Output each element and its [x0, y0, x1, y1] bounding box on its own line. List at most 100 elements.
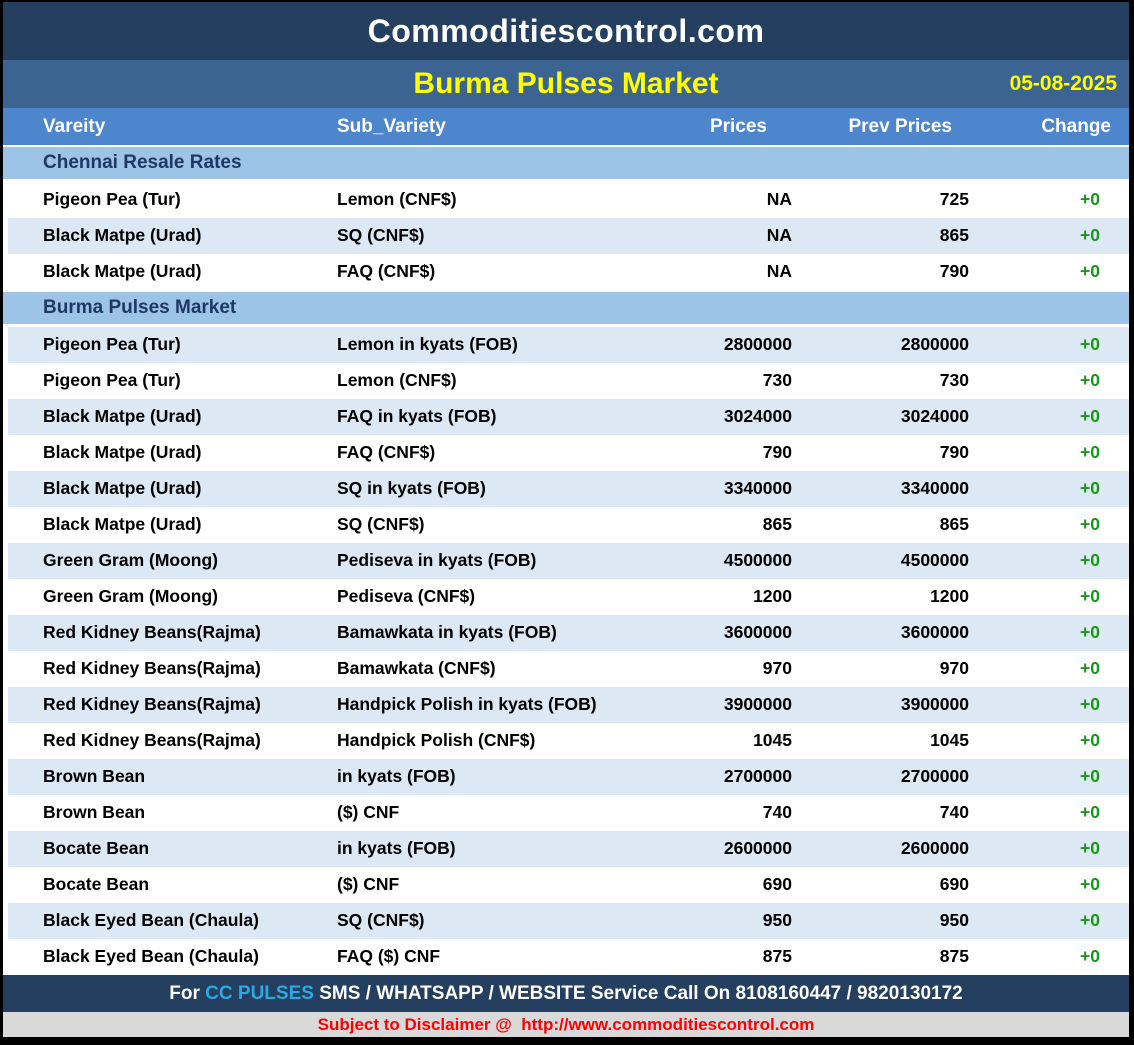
- cc-pulses-brand: CC PULSES: [205, 983, 314, 1005]
- cell-price: 740: [600, 795, 793, 831]
- cell-change: +0: [970, 254, 1129, 290]
- table-row: Red Kidney Beans(Rajma) Handpick Polish …: [3, 687, 1129, 723]
- cell-price: NA: [600, 182, 793, 218]
- cell-change: +0: [970, 867, 1129, 903]
- disclaimer-link[interactable]: http://www.commoditiescontrol.com: [521, 1015, 814, 1035]
- cell-prev-price: 1045: [793, 723, 970, 759]
- cell-sub-variety: FAQ (CNF$): [337, 435, 600, 471]
- cell-variety: Red Kidney Beans(Rajma): [3, 723, 337, 759]
- cell-change: +0: [970, 831, 1129, 867]
- table-row: Black Eyed Bean (Chaula) FAQ ($) CNF 875…: [3, 939, 1129, 975]
- cell-price: 3900000: [600, 687, 793, 723]
- cell-prev-price: 1200: [793, 579, 970, 615]
- table-row: Black Matpe (Urad) SQ (CNF$) NA 865 +0: [3, 218, 1129, 254]
- cell-price: 1045: [600, 723, 793, 759]
- section-title: Chennai Resale Rates: [3, 152, 242, 174]
- cell-prev-price: 790: [793, 435, 970, 471]
- table-row: Bocate Bean ($) CNF 690 690 +0: [3, 867, 1129, 903]
- cell-prev-price: 3600000: [793, 615, 970, 651]
- table-row: Red Kidney Beans(Rajma) Bamawkata in kya…: [3, 615, 1129, 651]
- table-row: Green Gram (Moong) Pediseva (CNF$) 1200 …: [3, 579, 1129, 615]
- cell-change: +0: [970, 363, 1129, 399]
- cell-prev-price: 2700000: [793, 759, 970, 795]
- cell-variety: Black Eyed Bean (Chaula): [3, 903, 337, 939]
- cell-prev-price: 3024000: [793, 399, 970, 435]
- cell-price: 4500000: [600, 543, 793, 579]
- cell-variety: Brown Bean: [3, 795, 337, 831]
- cell-variety: Bocate Bean: [3, 867, 337, 903]
- table-row: Bocate Bean in kyats (FOB) 2600000 26000…: [3, 831, 1129, 867]
- cell-prev-price: 950: [793, 903, 970, 939]
- table-row: Pigeon Pea (Tur) Lemon in kyats (FOB) 28…: [3, 327, 1129, 363]
- cell-variety: Black Matpe (Urad): [3, 435, 337, 471]
- cell-prev-price: 3340000: [793, 471, 970, 507]
- cell-sub-variety: SQ (CNF$): [337, 507, 600, 543]
- cell-prev-price: 2600000: [793, 831, 970, 867]
- section-title: Burma Pulses Market: [3, 297, 236, 319]
- table-body: Chennai Resale Rates Pigeon Pea (Tur) Le…: [3, 145, 1129, 975]
- service-text-prefix: For: [169, 983, 205, 1005]
- cell-sub-variety: Bamawkata (CNF$): [337, 651, 600, 687]
- service-footer-bar: For CC PULSES SMS / WHATSAPP / WEBSITE S…: [3, 975, 1129, 1012]
- column-header-prev-prices: Prev Prices: [793, 108, 970, 145]
- cell-sub-variety: FAQ (CNF$): [337, 254, 600, 290]
- cell-price: 3024000: [600, 399, 793, 435]
- table-row: Red Kidney Beans(Rajma) Handpick Polish …: [3, 723, 1129, 759]
- table-row: Black Matpe (Urad) FAQ (CNF$) NA 790 +0: [3, 254, 1129, 290]
- cell-variety: Red Kidney Beans(Rajma): [3, 687, 337, 723]
- cell-price: 875: [600, 939, 793, 975]
- cell-price: 950: [600, 903, 793, 939]
- page-root: Commoditiescontrol.com Burma Pulses Mark…: [0, 0, 1134, 1045]
- cell-sub-variety: Lemon in kyats (FOB): [337, 327, 600, 363]
- top-header-bar: Commoditiescontrol.com: [3, 2, 1129, 60]
- cell-sub-variety: Lemon (CNF$): [337, 182, 600, 218]
- site-title: Commoditiescontrol.com: [368, 13, 765, 50]
- cell-variety: Pigeon Pea (Tur): [3, 363, 337, 399]
- cell-change: +0: [970, 795, 1129, 831]
- cell-prev-price: 2800000: [793, 327, 970, 363]
- cell-price: 970: [600, 651, 793, 687]
- cell-variety: Black Eyed Bean (Chaula): [3, 939, 337, 975]
- cell-sub-variety: SQ (CNF$): [337, 903, 600, 939]
- cell-prev-price: 865: [793, 218, 970, 254]
- cell-variety: Black Matpe (Urad): [3, 399, 337, 435]
- cell-price: 730: [600, 363, 793, 399]
- cell-price: 2700000: [600, 759, 793, 795]
- cell-price: 3600000: [600, 615, 793, 651]
- table-row: Black Matpe (Urad) FAQ (CNF$) 790 790 +0: [3, 435, 1129, 471]
- cell-price: 865: [600, 507, 793, 543]
- cell-change: +0: [970, 543, 1129, 579]
- cell-change: +0: [970, 723, 1129, 759]
- cell-change: +0: [970, 615, 1129, 651]
- cell-prev-price: 875: [793, 939, 970, 975]
- cell-change: +0: [970, 939, 1129, 975]
- cell-change: +0: [970, 903, 1129, 939]
- cell-sub-variety: Pediseva in kyats (FOB): [337, 543, 600, 579]
- report-date: 05-08-2025: [1010, 60, 1117, 108]
- cell-price: 790: [600, 435, 793, 471]
- cell-prev-price: 725: [793, 182, 970, 218]
- cell-price: 2600000: [600, 831, 793, 867]
- cell-variety: Black Matpe (Urad): [3, 254, 337, 290]
- table-row: Red Kidney Beans(Rajma) Bamawkata (CNF$)…: [3, 651, 1129, 687]
- table-row: Brown Bean in kyats (FOB) 2700000 270000…: [3, 759, 1129, 795]
- cell-price: 2800000: [600, 327, 793, 363]
- cell-sub-variety: Pediseva (CNF$): [337, 579, 600, 615]
- cell-sub-variety: Bamawkata in kyats (FOB): [337, 615, 600, 651]
- cell-prev-price: 740: [793, 795, 970, 831]
- cell-sub-variety: ($) CNF: [337, 867, 600, 903]
- column-header-change: Change: [970, 108, 1129, 145]
- cell-variety: Red Kidney Beans(Rajma): [3, 615, 337, 651]
- disclaimer-text: Subject to Disclaimer @: [318, 1015, 522, 1035]
- cell-price: 690: [600, 867, 793, 903]
- table-row: Brown Bean ($) CNF 740 740 +0: [3, 795, 1129, 831]
- cell-change: +0: [970, 651, 1129, 687]
- cell-change: +0: [970, 399, 1129, 435]
- table-row: Black Eyed Bean (Chaula) SQ (CNF$) 950 9…: [3, 903, 1129, 939]
- cell-sub-variety: ($) CNF: [337, 795, 600, 831]
- cell-change: +0: [970, 507, 1129, 543]
- section-header-row: Chennai Resale Rates: [3, 145, 1129, 182]
- cell-variety: Black Matpe (Urad): [3, 471, 337, 507]
- cell-sub-variety: FAQ ($) CNF: [337, 939, 600, 975]
- cell-variety: Black Matpe (Urad): [3, 507, 337, 543]
